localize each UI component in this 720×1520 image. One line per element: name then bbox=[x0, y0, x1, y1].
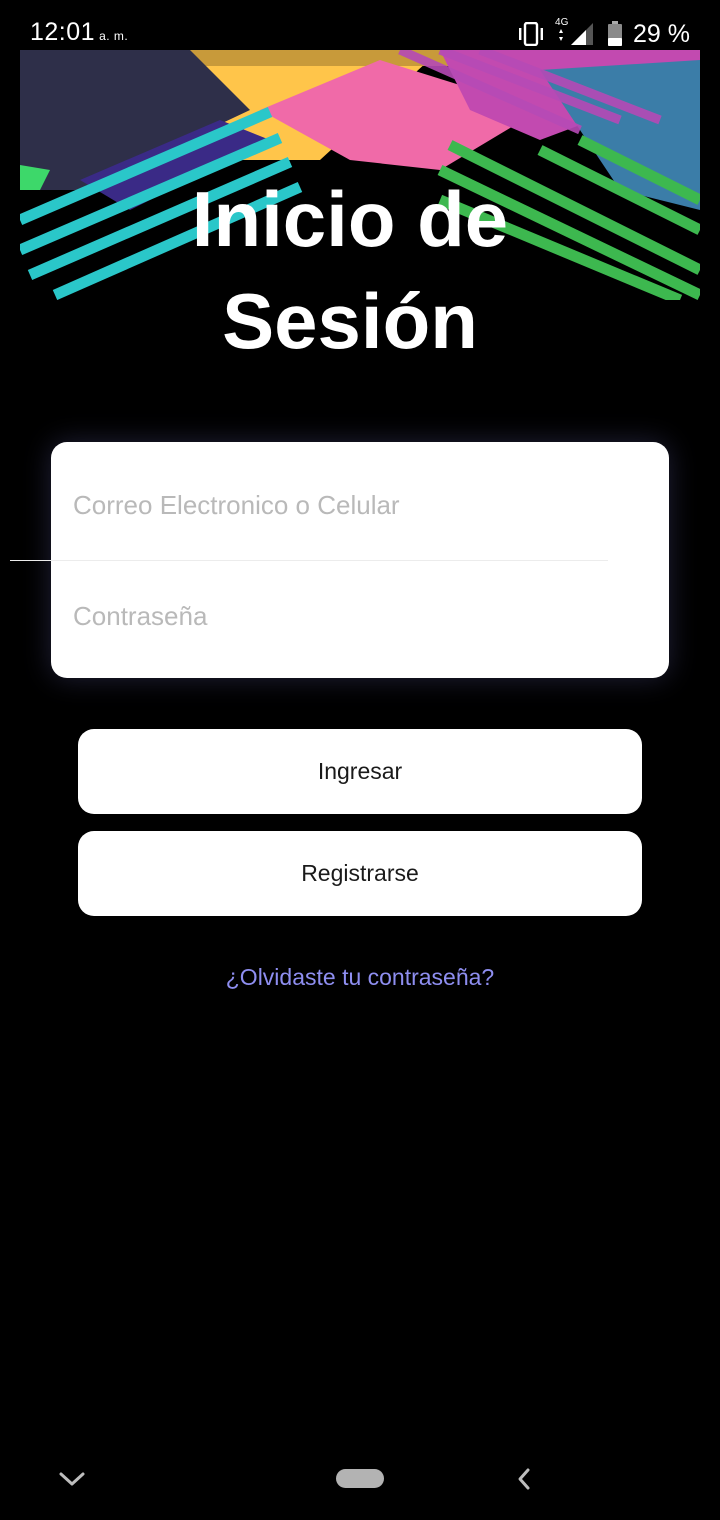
title-line-2: Sesión bbox=[222, 277, 478, 365]
vibrate-icon bbox=[519, 22, 544, 46]
navigation-bar bbox=[0, 1440, 720, 1520]
forgot-password-link[interactable]: ¿Olvidaste tu contraseña? bbox=[0, 964, 720, 991]
signal-indicator: 4G bbox=[555, 17, 597, 47]
password-field bbox=[51, 561, 669, 671]
login-screen: 12:01 a. m. 4G 29 % Inicio de Sesión Cor… bbox=[0, 0, 720, 1520]
signal-icon bbox=[559, 23, 594, 45]
email-field bbox=[51, 450, 669, 560]
email-input[interactable] bbox=[73, 450, 643, 560]
home-pill-button[interactable] bbox=[336, 1469, 384, 1488]
page-title: Inicio de Sesión bbox=[150, 168, 550, 372]
status-ampm: a. m. bbox=[99, 29, 129, 43]
status-icons: 4G 29 % bbox=[517, 17, 690, 48]
battery-percent: 29 % bbox=[633, 19, 690, 48]
form-divider bbox=[10, 560, 608, 561]
login-button[interactable]: Ingresar bbox=[78, 729, 642, 814]
password-input[interactable] bbox=[73, 561, 643, 671]
status-time: 12:01 bbox=[30, 18, 96, 46]
battery-icon bbox=[608, 21, 623, 46]
back-icon[interactable] bbox=[514, 1466, 534, 1492]
register-button[interactable]: Registrarse bbox=[78, 831, 642, 916]
chevron-down-icon[interactable] bbox=[58, 1470, 86, 1488]
title-line-1: Inicio de bbox=[191, 175, 509, 263]
status-clock: 12:01 a. m. bbox=[30, 18, 128, 47]
